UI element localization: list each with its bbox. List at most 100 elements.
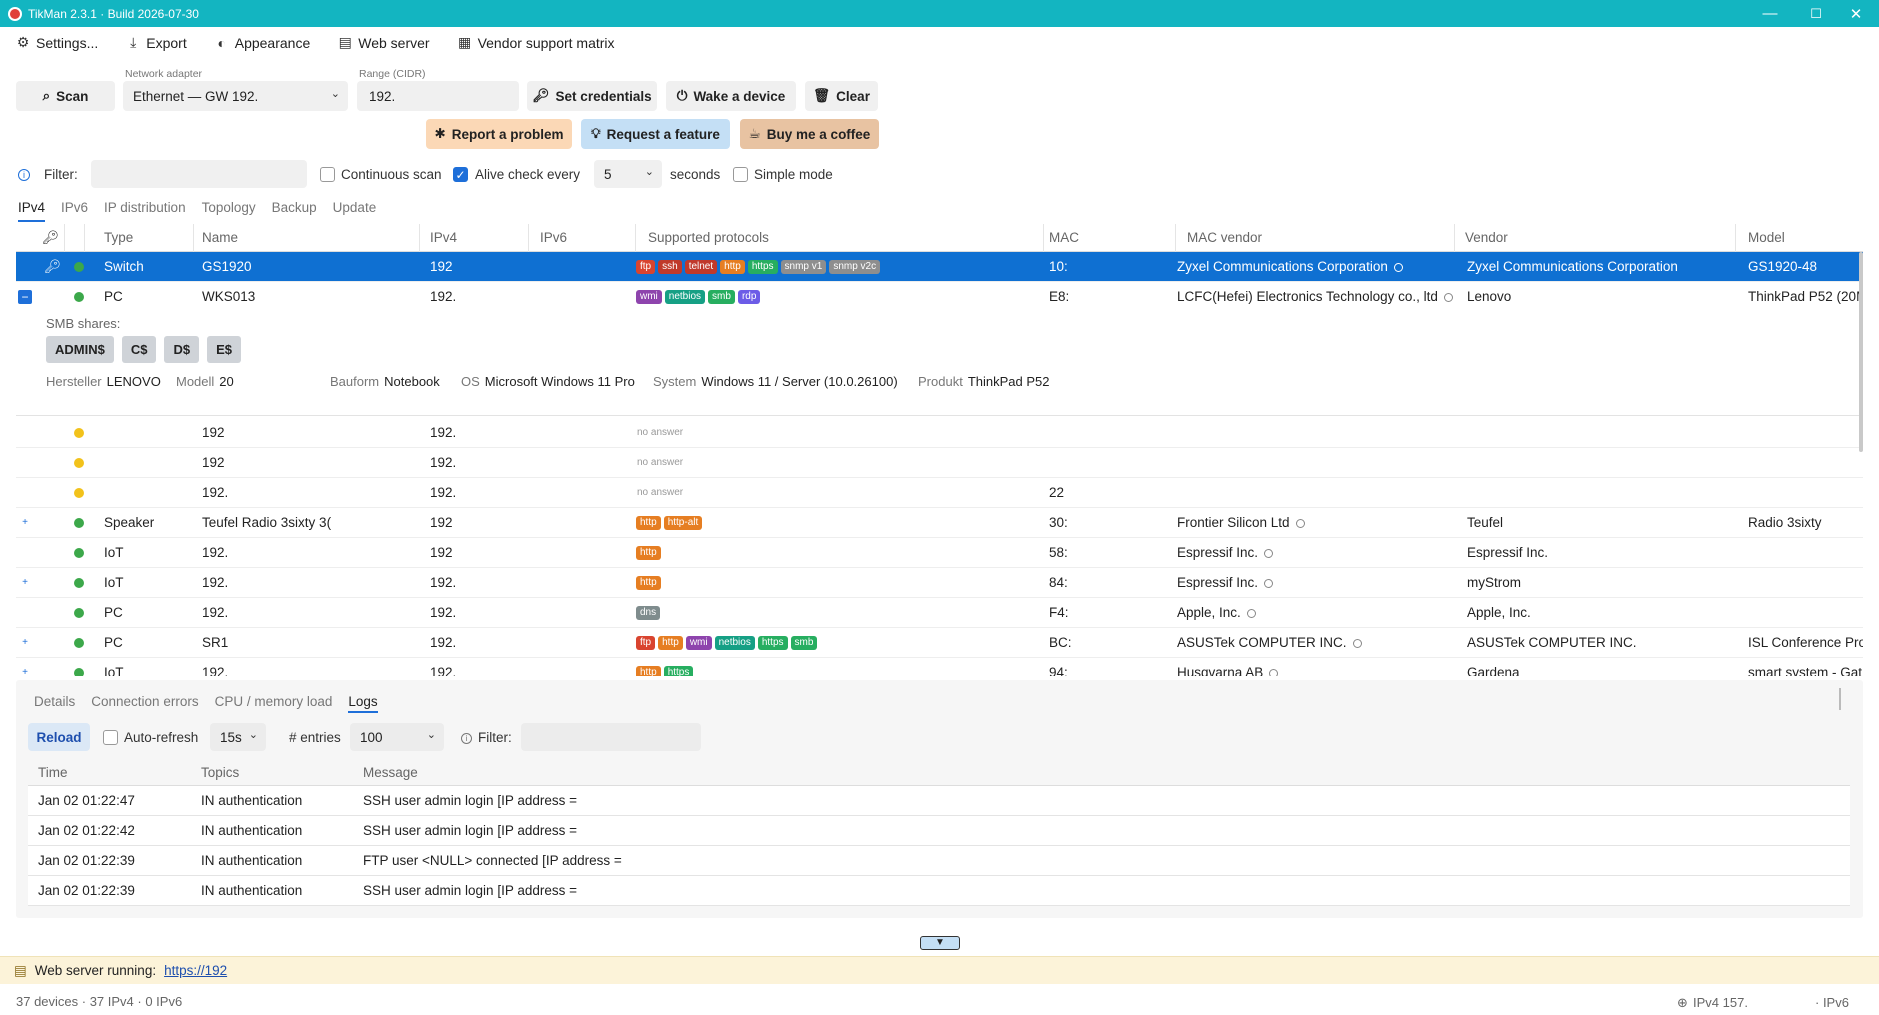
buy-coffee-button[interactable]: ☕︎ Buy me a coffee xyxy=(740,119,879,149)
protocol-tag: http-alt xyxy=(663,516,703,530)
tab-topology[interactable]: Topology xyxy=(202,200,256,222)
alive-check-checkbox[interactable]: ✓ xyxy=(453,167,468,182)
table-row[interactable]: + IoT 192. 192. http 84: Espressif Inc. myStrom xyxy=(16,568,1863,598)
table-row[interactable]: + PC SR1 192. ftp http wmi netbios https smb BC: AS… xyxy=(16,628,1863,658)
menu-appearance[interactable]: ◐ Appearance xyxy=(215,35,311,51)
menu-vendor-matrix[interactable]: ▦ Vendor support matrix xyxy=(458,34,615,51)
clear-button[interactable]: 🗑︎ Clear xyxy=(805,81,878,111)
kv-key: Bauform xyxy=(330,374,380,389)
tab-details[interactable]: Details xyxy=(34,694,75,713)
auto-refresh-label: Auto-refresh xyxy=(124,730,199,745)
log-row[interactable]: Jan 02 01:22:39 IN authentication SSH us… xyxy=(28,876,1850,906)
range-input[interactable]: 192. xyxy=(357,81,519,111)
protocol-tag: https xyxy=(747,260,778,274)
wake-device-button[interactable]: ⏻ Wake a device xyxy=(666,81,796,111)
scan-button[interactable]: ⌕ Scan xyxy=(16,81,115,111)
entries-select[interactable]: 100 ⌄ xyxy=(350,723,444,751)
table-row[interactable]: 192 192. no answer xyxy=(16,448,1863,478)
status-summary: 37 devices · 37 IPv4 · 0 IPv6 xyxy=(16,994,183,1009)
menu-settings[interactable]: ⚙ Settings... xyxy=(16,34,99,51)
share-d[interactable]: D$ xyxy=(164,336,200,363)
refresh-interval-select[interactable]: 15s ⌄ xyxy=(210,723,266,751)
log-filter-input[interactable] xyxy=(521,723,701,751)
info-icon[interactable] xyxy=(1264,578,1274,588)
status-dot xyxy=(74,518,84,528)
info-icon[interactable] xyxy=(1352,638,1362,648)
protocol-tag: snmp v1 xyxy=(780,260,827,274)
cell-ipv4: 192 xyxy=(430,515,453,530)
panel-scrollbar[interactable] xyxy=(1839,688,1841,710)
share-e[interactable]: E$ xyxy=(207,336,241,363)
menu-export[interactable]: ⤓ Export xyxy=(126,34,187,51)
info-icon[interactable] xyxy=(1295,518,1305,528)
table-row[interactable]: PC 192. 192. dns F4: Apple, Inc. Apple, Inc. xyxy=(16,598,1863,628)
log-row[interactable]: Jan 02 01:22:39 IN authentication FTP us… xyxy=(28,846,1850,876)
log-row[interactable]: Jan 02 01:22:47 IN authentication SSH us… xyxy=(28,786,1850,816)
cell-mac: 84: xyxy=(1049,575,1068,590)
col-topics[interactable]: Topics xyxy=(201,765,239,780)
tab-ipv4[interactable]: IPv4 xyxy=(18,200,46,222)
reload-button[interactable]: Reload xyxy=(28,723,90,751)
expand-toggle[interactable]: + xyxy=(18,636,32,650)
share-admin[interactable]: ADMIN$ xyxy=(46,336,114,363)
table-row[interactable]: 192 192. no answer xyxy=(16,418,1863,448)
tab-ipv6[interactable]: IPv6 xyxy=(61,200,88,222)
contrast-icon: ◐ xyxy=(217,34,226,51)
expand-toggle[interactable]: + xyxy=(18,666,32,676)
table-row[interactable]: IoT 192. 192 http 58: Espressif Inc. Espressif… xyxy=(16,538,1863,568)
table-row[interactable]: 192. 192. no answer 22 xyxy=(16,478,1863,508)
tab-logs[interactable]: Logs xyxy=(348,694,378,713)
col-ipv4[interactable]: IPv4 xyxy=(430,230,457,245)
expand-toggle[interactable]: + xyxy=(18,576,32,590)
cell-name: 192. xyxy=(202,665,229,676)
tab-connection-errors[interactable]: Connection errors xyxy=(91,694,198,713)
table-row[interactable]: 🔑︎ Switch GS1920 192 ftp ssh telnet http htt… xyxy=(16,252,1863,282)
continuous-scan-checkbox[interactable] xyxy=(320,167,335,182)
col-time[interactable]: Time xyxy=(38,765,68,780)
collapse-toggle[interactable]: − xyxy=(18,290,32,304)
mac-vendor-text: ASUSTek COMPUTER INC. xyxy=(1177,635,1347,650)
col-message[interactable]: Message xyxy=(363,765,418,780)
tab-ip-distribution[interactable]: IP distribution xyxy=(104,200,186,222)
tab-backup[interactable]: Backup xyxy=(272,200,317,222)
log-row[interactable]: Jan 02 01:22:42 IN authentication SSH us… xyxy=(28,816,1850,846)
alive-interval-select[interactable]: 5 ⌄ xyxy=(594,160,662,188)
info-icon[interactable] xyxy=(1443,292,1453,302)
simple-mode-checkbox[interactable] xyxy=(733,167,748,182)
filter-input[interactable] xyxy=(91,160,307,188)
alive-check-label: Alive check every xyxy=(475,167,581,182)
kv-value: Windows 11 / Server (10.0.26100) xyxy=(701,374,898,389)
col-vendor[interactable]: Vendor xyxy=(1465,230,1508,245)
auto-refresh-checkbox[interactable] xyxy=(103,730,118,745)
col-ipv6[interactable]: IPv6 xyxy=(540,230,567,245)
info-icon[interactable] xyxy=(1393,262,1403,272)
table-scrollbar[interactable] xyxy=(1859,252,1863,452)
col-type[interactable]: Type xyxy=(104,230,133,245)
info-icon[interactable] xyxy=(1269,668,1279,676)
info-icon[interactable] xyxy=(1264,548,1274,558)
webserver-link[interactable]: https://192 xyxy=(164,963,227,978)
col-mac-vendor[interactable]: MAC vendor xyxy=(1187,230,1262,245)
col-model[interactable]: Model xyxy=(1748,230,1785,245)
kv-key: Produkt xyxy=(918,374,963,389)
minimize-button[interactable]: — xyxy=(1747,0,1793,27)
tab-cpu-memory[interactable]: CPU / memory load xyxy=(215,694,333,713)
table-row[interactable]: + IoT 192. 192. http https 94: Husqvarna AB Gard… xyxy=(16,658,1863,676)
report-problem-button[interactable]: ✱ Report a problem xyxy=(426,119,572,149)
col-name[interactable]: Name xyxy=(202,230,238,245)
request-feature-button[interactable]: 💡︎ Request a feature xyxy=(581,119,730,149)
set-credentials-button[interactable]: 🔑︎ Set credentials xyxy=(527,81,657,111)
collapse-panel-button[interactable]: ▼ xyxy=(920,936,960,950)
col-mac[interactable]: MAC xyxy=(1049,230,1079,245)
info-icon[interactable] xyxy=(1246,608,1256,618)
table-row[interactable]: + Speaker Teufel Radio 3sixty 3(192 http htt… xyxy=(16,508,1863,538)
col-protocols[interactable]: Supported protocols xyxy=(648,230,769,245)
cell-name: 192. xyxy=(202,575,229,590)
close-button[interactable]: ✕ xyxy=(1833,0,1879,27)
log-topic: IN authentication xyxy=(201,853,303,868)
expand-toggle[interactable]: + xyxy=(18,516,32,530)
adapter-select[interactable]: Ethernet — GW 192. ⌄ xyxy=(123,81,348,111)
tab-update[interactable]: Update xyxy=(333,200,377,222)
menu-webserver[interactable]: ▤ Web server xyxy=(338,34,430,51)
share-c[interactable]: C$ xyxy=(121,336,157,363)
